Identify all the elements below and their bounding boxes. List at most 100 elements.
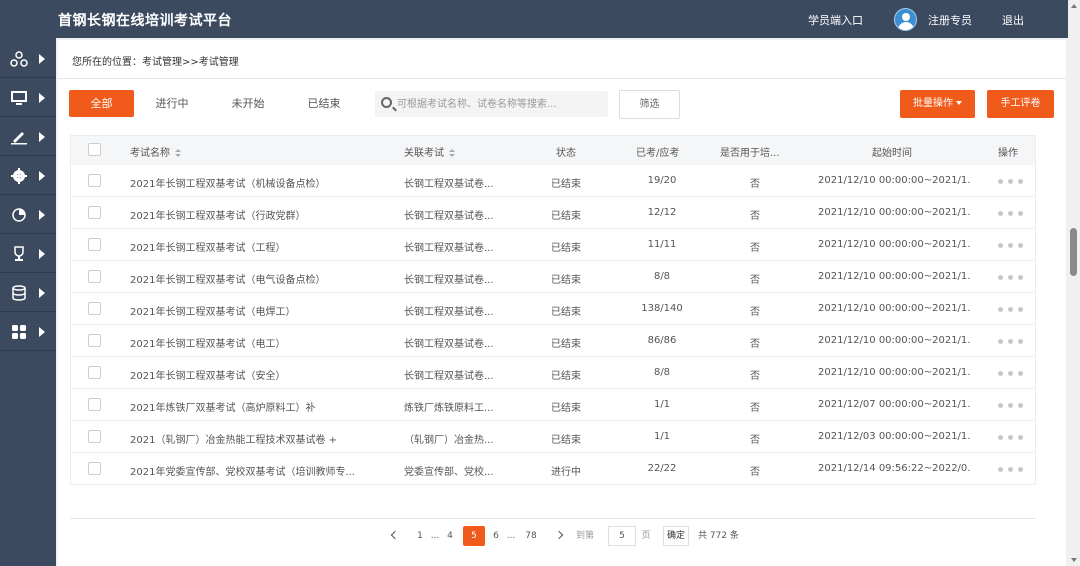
page-scrollbar[interactable] [1068,0,1080,566]
page-4[interactable]: 4 [444,526,456,546]
student-entry-link[interactable]: 学员端入口 [808,12,863,28]
more-actions-icon[interactable] [998,467,1024,472]
more-actions-icon[interactable] [998,435,1024,440]
more-actions-icon[interactable] [998,211,1024,216]
cell-status: 已结束 [551,371,581,382]
sidebar-item-apps[interactable] [0,313,56,351]
more-actions-icon[interactable] [998,403,1024,408]
table-row[interactable]: 2021年长钢工程双基考试（电工） 长钢工程双基试卷... 已结束 86/86 否 202… [70,325,1036,357]
table-row[interactable]: 2021年长钢工程双基考试（机械设备点检） 长钢工程双基试卷... 已结束 19/20… [70,165,1036,197]
tab-all[interactable]: 全部 [69,90,134,117]
top-bar: 首钢长钢在线培训考试平台 学员端入口 注册专员 退出 [0,0,1068,38]
divider [70,518,1036,519]
table-row[interactable]: 2021年长钢工程双基考试（行政党群） 长钢工程双基试卷... 已结束 12/12 否 2… [70,197,1036,229]
more-actions-icon[interactable] [998,275,1024,280]
cell-time: 2021/12/10 00:00:00~2021/1... [818,271,970,282]
pencil-icon [11,132,27,145]
cell-time: 2021/12/10 00:00:00~2021/1... [818,367,970,378]
scroll-down-icon[interactable] [1071,558,1077,562]
search-input[interactable] [397,91,602,117]
sidebar-item-settings[interactable] [0,157,56,195]
select-all-checkbox[interactable] [88,143,101,156]
cell-time: 2021/12/10 00:00:00~2021/1... [818,175,970,186]
cell-ratio: 8/8 [653,367,671,378]
cell-status: 已结束 [551,307,581,318]
tab-not-started[interactable]: 未开始 [217,90,279,117]
cell-training: 否 [750,403,760,414]
col-header-ops: 操作 [998,148,1018,159]
row-checkbox[interactable] [88,270,101,283]
sort-icon[interactable] [175,148,181,158]
table-row[interactable]: 2021年炼铁厂双基考试（高炉原料工）补 炼铁厂炼铁原料工... 已结束 1/1 否 20… [70,389,1036,421]
row-checkbox[interactable] [88,238,101,251]
col-header-name[interactable]: 考试名称 [130,144,181,159]
page-last[interactable]: 78 [520,526,542,546]
chevron-right-icon [39,327,45,337]
scroll-thumb[interactable] [1070,228,1077,276]
chevron-right-icon [39,288,45,298]
sidebar-item-stats[interactable] [0,196,56,234]
col-header-paper[interactable]: 关联考试 [404,144,455,159]
sort-icon[interactable] [449,148,455,158]
divider [58,78,1066,79]
row-checkbox[interactable] [88,302,101,315]
cell-ratio: 19/20 [647,175,677,186]
cell-status: 进行中 [551,467,581,478]
goto-confirm-button[interactable]: 确定 [663,526,689,546]
cell-status: 已结束 [551,275,581,286]
goto-page-input[interactable]: 5 [608,526,636,546]
row-checkbox[interactable] [88,206,101,219]
table-row[interactable]: 2021（轧钢厂）冶金热能工程技术双基试卷 + （轧钢厂）冶金热... 已结束 1/1… [70,421,1036,453]
more-actions-icon[interactable] [998,307,1024,312]
user-avatar-icon[interactable] [894,8,917,31]
col-header-training: 是否用于培... [720,148,780,159]
sidebar-item-monitor[interactable] [0,79,56,117]
more-actions-icon[interactable] [998,339,1024,344]
cell-status: 已结束 [551,179,581,190]
table-row[interactable]: 2021年党委宣传部、党校双基考试（培训教师专... 党委宣传部、党校... 进行中… [70,453,1036,485]
scroll-up-icon[interactable] [1071,4,1077,8]
row-checkbox[interactable] [88,430,101,443]
cell-paper: （轧钢厂）冶金热... [404,435,494,446]
row-checkbox[interactable] [88,462,101,475]
table-row[interactable]: 2021年长钢工程双基考试（电焊工） 长钢工程双基试卷... 已结束 138/140 否… [70,293,1036,325]
cell-time: 2021/12/10 00:00:00~2021/1... [818,239,970,250]
cell-status: 已结束 [551,403,581,414]
more-actions-icon[interactable] [998,371,1024,376]
row-checkbox[interactable] [88,366,101,379]
sidebar-item-awards[interactable] [0,235,56,273]
logout-link[interactable]: 退出 [1002,12,1024,28]
table-row[interactable]: 2021年长钢工程双基考试（工程） 长钢工程双基试卷... 已结束 11/11 否 202… [70,229,1036,261]
user-name-link[interactable]: 注册专员 [928,12,972,28]
prev-page-icon[interactable] [390,530,400,540]
table-row[interactable]: 2021年长钢工程双基考试（电气设备点检） 长钢工程双基试卷... 已结束 8/8 否 2… [70,261,1036,293]
filter-button[interactable]: 筛选 [619,90,680,119]
sidebar-item-edit[interactable] [0,118,56,156]
chevron-right-icon [39,93,45,103]
cell-exam-name: 2021年长钢工程双基考试（电工） [130,339,286,350]
cell-ratio: 1/1 [653,431,671,442]
sidebar-item-data[interactable] [0,274,56,312]
sidebar-item-network[interactable] [0,40,56,78]
page-1[interactable]: 1 [414,526,426,546]
search-icon [381,97,392,108]
row-checkbox[interactable] [88,334,101,347]
page-6[interactable]: 6 [490,526,502,546]
more-actions-icon[interactable] [998,179,1024,184]
bulk-action-button[interactable]: 批量操作 [900,90,975,118]
row-checkbox[interactable] [88,174,101,187]
sidebar [0,38,56,566]
table-header: 考试名称 关联考试 状态 已考/应考 是否用于培... 起始时间 操作 [70,135,1036,165]
chevron-right-icon [39,171,45,181]
manual-grade-button[interactable]: 手工评卷 [987,90,1054,118]
table-row[interactable]: 2021年长钢工程双基考试（安全） 长钢工程双基试卷... 已结束 8/8 否 2021/… [70,357,1036,389]
tab-finished[interactable]: 已结束 [293,90,355,117]
cell-paper: 长钢工程双基试卷... [404,275,494,286]
page-current[interactable]: 5 [463,526,485,546]
next-page-icon[interactable] [554,530,564,540]
tab-in-progress[interactable]: 进行中 [141,90,203,117]
chevron-right-icon [39,210,45,220]
more-actions-icon[interactable] [998,243,1024,248]
cell-ratio: 22/22 [647,463,677,474]
row-checkbox[interactable] [88,398,101,411]
